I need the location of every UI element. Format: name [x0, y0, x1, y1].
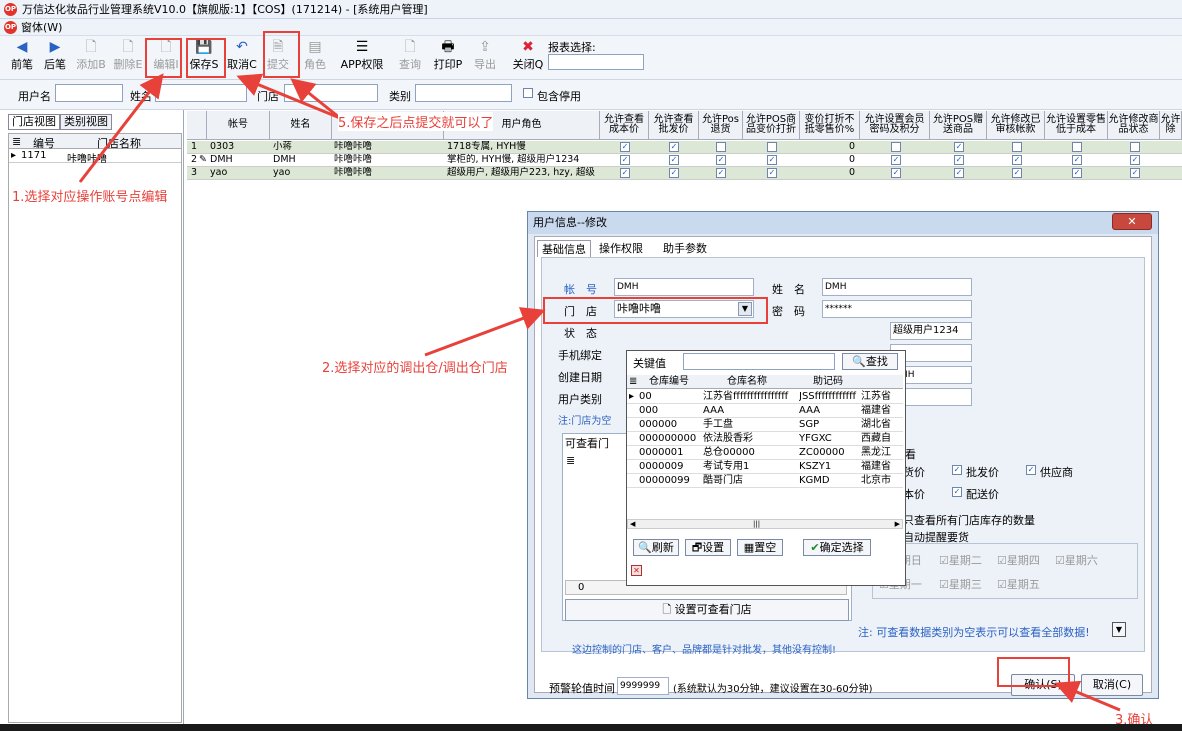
annotation-step-5: 5.保存之后点提交就可以了 — [338, 112, 494, 131]
annotation-arrows — [78, 73, 1121, 712]
arrow-5a — [236, 73, 341, 120]
arrow-1 — [78, 73, 164, 183]
arrow-5b — [290, 78, 341, 120]
annotation-step-2: 2.选择对应的调出仓/调出仓门店 — [322, 361, 508, 376]
arrow-3 — [1054, 680, 1121, 712]
annotation-step-1: 1.选择对应操作账号点编辑 — [12, 190, 168, 205]
taskbar-strip — [0, 724, 1182, 731]
arrow-2 — [424, 307, 546, 357]
